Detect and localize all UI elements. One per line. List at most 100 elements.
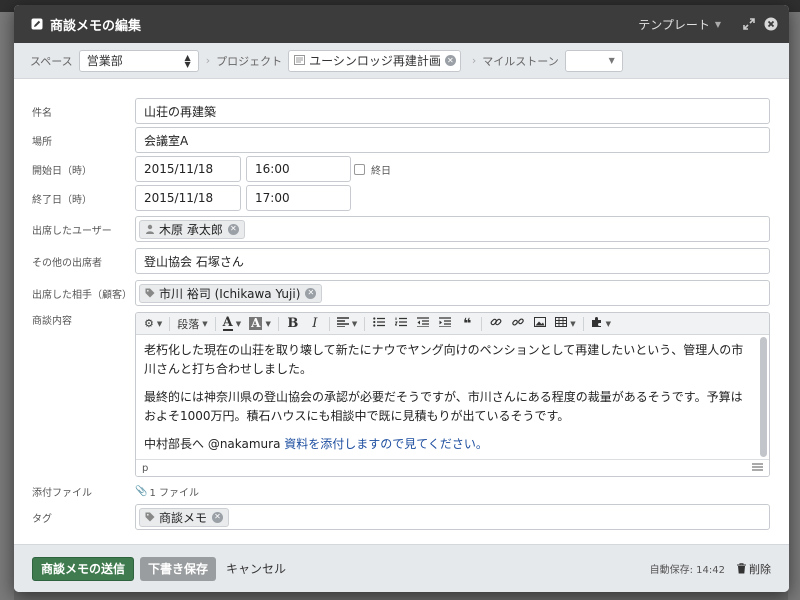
project-token[interactable]: ユーシンロッジ再建計画 ✕ <box>288 49 461 72</box>
table-dropdown[interactable]: ▼ <box>551 314 579 334</box>
background-right-column <box>788 12 800 600</box>
others-input[interactable]: 登山協会 石塚さん <box>135 248 770 274</box>
start-label: 開始日（時） <box>32 165 92 177</box>
editor-content[interactable]: 老朽化した現在の山荘を取り壊して新たにナウでヤング向けのペンションとして再建した… <box>136 335 760 459</box>
cancel-button[interactable]: キャンセル <box>226 560 286 577</box>
remove-client-icon[interactable]: ✕ <box>305 287 317 299</box>
unlink-icon <box>512 316 525 331</box>
paragraph-format-dropdown[interactable]: 段落 ▼ <box>173 314 211 334</box>
outdent-button[interactable] <box>412 314 434 334</box>
client-label: 出席した相手（顧客） <box>32 289 132 301</box>
quote-icon: ❝ <box>463 315 472 332</box>
resize-handle-icon[interactable] <box>752 462 763 474</box>
tags-row: タグ 商談メモ ✕ <box>14 504 789 530</box>
toolbar-separator <box>582 316 584 331</box>
plugin-dropdown[interactable]: ▼ <box>587 314 615 334</box>
editor-paragraph: 最終的には神奈川県の登山協会の承認が必要だそうですが、市川さんにある程度の裁量が… <box>144 390 743 423</box>
image-button[interactable] <box>529 314 551 334</box>
bold-button[interactable]: B <box>282 314 304 334</box>
start-date-input[interactable]: 2015/11/18 <box>135 156 241 182</box>
chevron-down-icon: ▼ <box>605 319 612 328</box>
text-color-button[interactable]: A ▼ <box>219 314 245 334</box>
editor-paragraph: 中村部長へ @nakamura 資料を添付しますので見てください。 <box>144 435 752 454</box>
end-date-input[interactable]: 2015/11/18 <box>135 185 241 211</box>
attendees-input[interactable]: 木原 承太郎 ✕ <box>135 216 770 242</box>
editor-statusbar: p <box>136 459 769 476</box>
allday-checkbox[interactable] <box>354 163 365 175</box>
location-input[interactable]: 会議室A <box>135 127 770 153</box>
save-draft-button[interactable]: 下書き保存 <box>140 556 217 581</box>
end-time-input[interactable]: 17:00 <box>246 185 351 211</box>
background-color-button[interactable]: A ▼ <box>245 314 275 334</box>
toolbar-separator <box>481 316 483 331</box>
delete-button[interactable]: 削除 <box>737 561 771 577</box>
indent-icon <box>439 317 452 330</box>
edit-meeting-note-modal: 商談メモの編集 テンプレート ▼ スペース 営業部 ▲ ▼ › プロジェクト ユー… <box>14 5 789 592</box>
subject-input[interactable]: 山荘の再建築 <box>135 98 770 124</box>
mention-text: 中村部長へ @nakamura <box>144 437 285 451</box>
attendee-chip[interactable]: 木原 承太郎 ✕ <box>139 219 245 239</box>
modal-title: 商談メモの編集 <box>50 18 142 34</box>
editor-scrollbar[interactable] <box>760 337 767 457</box>
milestone-select[interactable]: ▼ <box>564 49 623 72</box>
editor-paragraph: 老朽化した現在の山荘を取り壊して新たにナウでヤング向けのペンションとして再建した… <box>144 343 744 376</box>
space-select[interactable]: 営業部 ▲ ▼ <box>78 49 199 72</box>
accent-text: 資料を添付しますので見てください。 <box>284 437 488 451</box>
attachment-count-link[interactable]: 📎 1 ファイル <box>135 484 199 499</box>
paragraph-label: 段落 <box>177 317 200 331</box>
attachments-row: 添付ファイル 📎 1 ファイル <box>14 484 789 499</box>
bullet-list-button[interactable] <box>368 314 390 334</box>
start-row: 開始日（時） 2015/11/18 16:00 終日 <box>14 156 789 182</box>
tags-label: タグ <box>32 513 52 525</box>
element-path: p <box>142 462 149 474</box>
image-icon <box>534 317 547 330</box>
numbered-list-icon <box>394 317 408 330</box>
end-row: 終了日（時） 2015/11/18 17:00 <box>14 185 789 211</box>
submit-button[interactable]: 商談メモの送信 <box>32 556 135 581</box>
table-icon <box>555 317 568 330</box>
italic-button[interactable]: I <box>304 314 326 334</box>
remove-attendee-icon[interactable]: ✕ <box>227 223 239 235</box>
start-time-input[interactable]: 16:00 <box>246 156 351 182</box>
modal-footer: 商談メモの送信 下書き保存 キャンセル 自動保存: 14:42 削除 <box>14 544 789 592</box>
client-chip[interactable]: 市川 裕司 (Ichikawa Yuji) ✕ <box>139 283 323 303</box>
align-dropdown[interactable]: ▼ <box>333 314 361 334</box>
remove-project-icon[interactable]: ✕ <box>444 55 456 66</box>
context-bar: スペース 営業部 ▲ ▼ › プロジェクト ユーシンロッジ再建計画 ✕ › マイル… <box>14 43 789 79</box>
text-color-icon: A <box>222 315 233 331</box>
link-icon <box>490 316 502 331</box>
template-dropdown[interactable]: テンプレート ▼ <box>638 16 721 33</box>
tag-chip[interactable]: 商談メモ ✕ <box>139 507 230 527</box>
template-label: テンプレート <box>638 17 710 32</box>
chevron-down-icon: ▼ <box>570 319 576 328</box>
allday-toggle[interactable]: 終日 <box>354 162 391 177</box>
unlink-button[interactable] <box>507 314 529 334</box>
separator-icon: › <box>205 54 211 67</box>
user-icon <box>145 224 155 234</box>
close-icon[interactable] <box>763 16 779 32</box>
chevron-down-icon: ▼ <box>351 319 358 328</box>
blockquote-button[interactable]: ❝ <box>456 314 478 334</box>
outdent-icon <box>417 317 430 330</box>
settings-dropdown[interactable]: ⚙ ▼ <box>140 314 166 334</box>
allday-label: 終日 <box>371 165 391 177</box>
chevron-down-icon: ▼ <box>202 319 208 328</box>
expand-icon[interactable] <box>741 16 757 32</box>
tags-input[interactable]: 商談メモ ✕ <box>135 504 770 530</box>
subject-row: 件名 山荘の再建築 <box>14 98 789 124</box>
attach-label: 添付ファイル <box>32 487 92 499</box>
rich-text-editor: ⚙ ▼ 段落 ▼ A ▼ A ▼ B I ▼ ❝ ▼ ▼ 老朽化した現在の山荘を… <box>135 312 770 477</box>
remove-tag-icon[interactable]: ✕ <box>212 511 224 523</box>
others-row: その他の出席者 登山協会 石塚さん <box>14 248 789 274</box>
gear-icon: ⚙ <box>144 317 154 330</box>
toolbar-separator <box>328 316 330 331</box>
location-label: 場所 <box>32 136 52 148</box>
project-icon <box>294 54 306 68</box>
indent-button[interactable] <box>434 314 456 334</box>
location-row: 場所 会議室A <box>14 127 789 153</box>
chevron-down-icon: ▼ <box>156 319 163 328</box>
link-button[interactable] <box>485 314 507 334</box>
client-input[interactable]: 市川 裕司 (Ichikawa Yuji) ✕ <box>135 280 770 306</box>
numbered-list-button[interactable] <box>390 314 412 334</box>
chevron-down-icon: ▼ <box>265 319 271 328</box>
